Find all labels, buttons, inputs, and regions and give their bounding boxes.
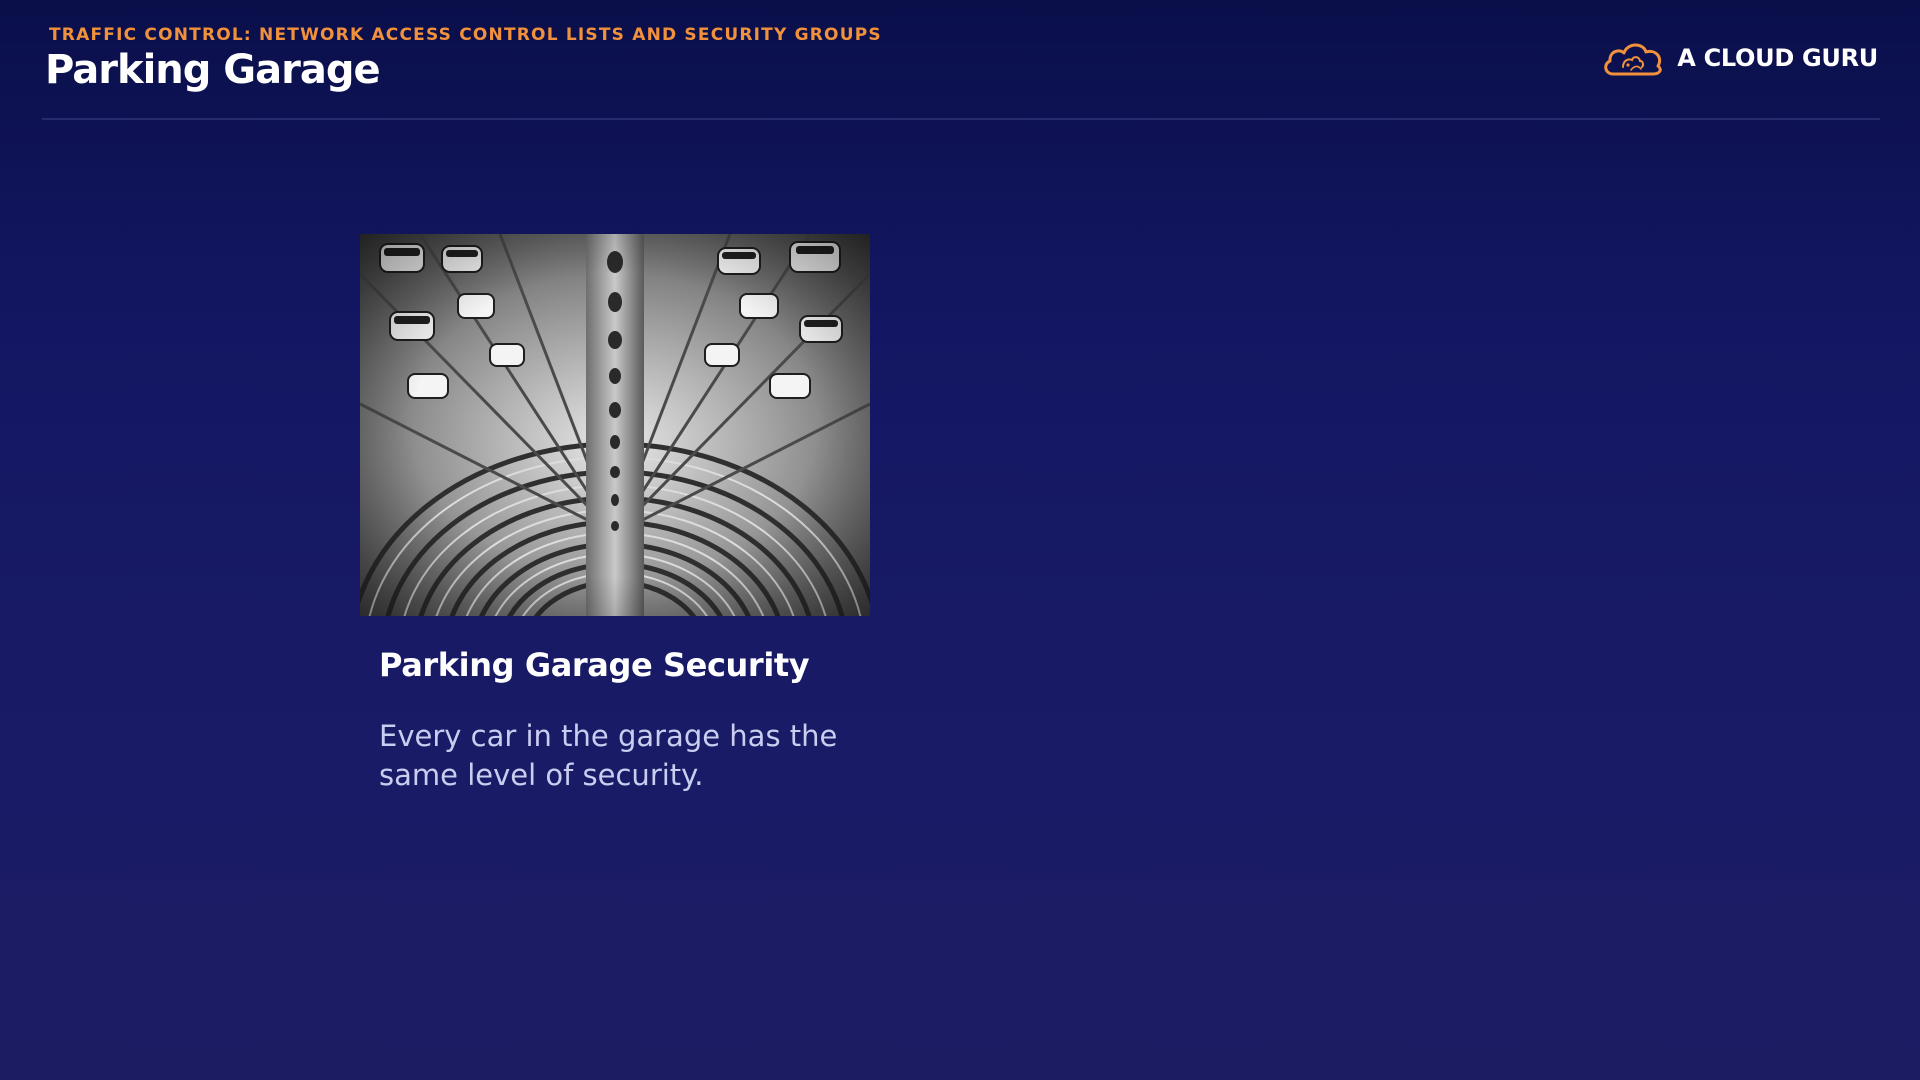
- card-body-text: Every car in the garage has the same lev…: [379, 719, 838, 792]
- brand-name: A CLOUD GURU: [1677, 44, 1878, 72]
- cloud-logo-icon: [1604, 43, 1662, 76]
- header-divider: [42, 118, 1880, 120]
- card-heading: Parking Garage Security: [379, 646, 810, 684]
- parking-garage-photo: [360, 234, 870, 616]
- brand-logo: A CLOUD GURU: [1601, 36, 1878, 80]
- section-kicker: TRAFFIC CONTROL: NETWORK ACCESS CONTROL …: [49, 25, 882, 45]
- page-title: Parking Garage: [45, 47, 381, 93]
